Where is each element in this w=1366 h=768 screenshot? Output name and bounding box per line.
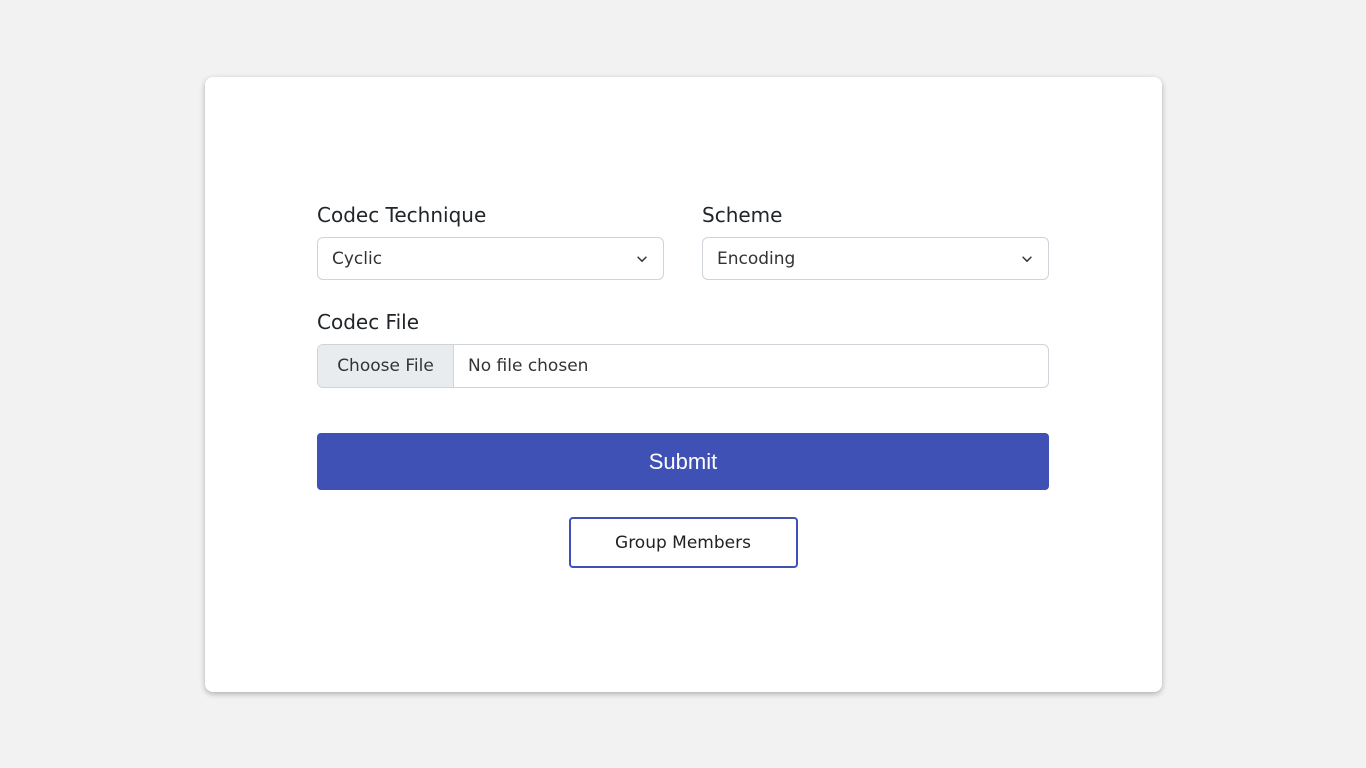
- group-members-wrap: Group Members: [317, 517, 1049, 568]
- codec-technique-group: Codec Technique Cyclic: [317, 201, 664, 280]
- codec-technique-value: Cyclic: [332, 248, 383, 269]
- choose-file-button[interactable]: Choose File: [318, 345, 454, 387]
- form-card: Codec Technique Cyclic Scheme Encoding C…: [205, 77, 1162, 692]
- codec-file-group: Codec File Choose File No file chosen: [317, 308, 1049, 388]
- codec-form: Codec Technique Cyclic Scheme Encoding C…: [317, 201, 1049, 568]
- file-status-text: No file chosen: [468, 356, 589, 376]
- chevron-down-icon: [1022, 256, 1032, 262]
- scheme-value: Encoding: [717, 248, 796, 269]
- submit-button[interactable]: Submit: [317, 433, 1049, 490]
- codec-file-label: Codec File: [317, 310, 420, 334]
- select-row: Codec Technique Cyclic Scheme Encoding: [317, 201, 1049, 280]
- scheme-select[interactable]: Encoding: [702, 237, 1049, 280]
- scheme-label: Scheme: [702, 203, 783, 227]
- codec-technique-label: Codec Technique: [317, 203, 487, 227]
- scheme-group: Scheme Encoding: [702, 201, 1049, 280]
- codec-technique-select[interactable]: Cyclic: [317, 237, 664, 280]
- group-members-button[interactable]: Group Members: [568, 517, 798, 568]
- codec-file-input[interactable]: Choose File No file chosen: [317, 344, 1049, 388]
- chevron-down-icon: [637, 256, 647, 262]
